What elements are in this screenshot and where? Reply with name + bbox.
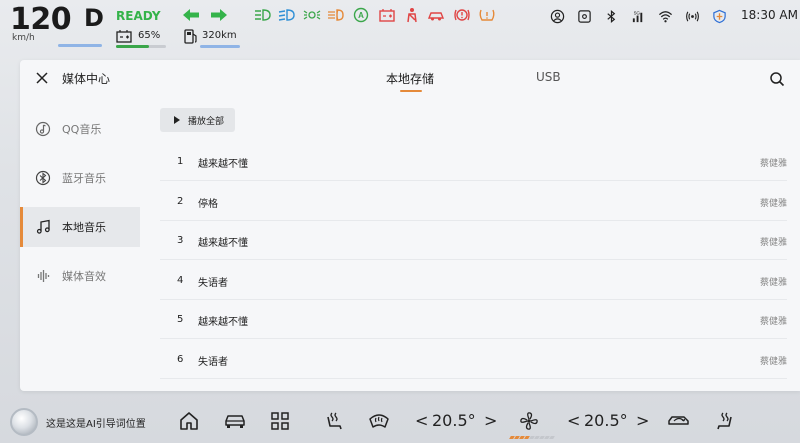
song-artist: 蔡健雅	[759, 278, 787, 288]
song-artist: 蔡健雅	[759, 317, 787, 327]
battery-level-bar	[116, 45, 149, 48]
svg-text:5G: 5G	[633, 10, 640, 15]
song-title: 失语者	[198, 278, 228, 289]
right-temp-decrease-button[interactable]: <	[567, 411, 580, 430]
apps-grid-icon[interactable]	[269, 411, 291, 431]
left-temperature: 20.5°	[432, 411, 476, 430]
seat-heat-right-icon[interactable]	[713, 411, 735, 431]
sound-wave-icon	[37, 270, 50, 282]
bluetooth-icon[interactable]	[603, 8, 619, 24]
song-number: 3	[177, 235, 184, 246]
assistant-hint-text[interactable]: 这是这是AI引导词位置	[46, 415, 146, 430]
song-row[interactable]: 1 越来越不懂 蔡健雅	[160, 142, 787, 181]
tab-local-storage[interactable]: 本地存储	[386, 70, 434, 87]
fuel-pump-icon	[184, 29, 197, 44]
song-row[interactable]: 4 失语者 蔡健雅	[160, 261, 787, 300]
active-tab-underline	[400, 90, 422, 92]
song-number: 4	[177, 275, 184, 286]
right-temp-increase-button[interactable]: >	[636, 411, 649, 430]
air-recirculation-icon[interactable]	[668, 411, 690, 431]
sidebar-item-label: 本地音乐	[62, 221, 106, 234]
seatbelt-icon	[402, 6, 422, 24]
media-center-panel: 媒体中心 本地存储 USB QQ音乐 蓝牙音乐 本地音乐 媒体音效 播放全部 1…	[20, 60, 800, 391]
voice-assistant-orb[interactable]	[10, 408, 38, 436]
headlight-icon	[253, 6, 273, 24]
tire-pressure-icon	[477, 6, 497, 24]
settings-icon[interactable]	[576, 8, 592, 24]
left-temp-increase-button[interactable]: >	[484, 411, 497, 430]
song-title: 越来越不懂	[198, 317, 248, 328]
play-all-button[interactable]: 播放全部	[160, 108, 235, 132]
left-turn-signal-icon	[183, 9, 199, 21]
song-number: 1	[177, 156, 184, 167]
song-title: 停格	[198, 199, 218, 210]
song-title: 越来越不懂	[198, 159, 248, 170]
song-number: 6	[177, 354, 184, 365]
parking-light-icon	[302, 6, 322, 24]
seat-heat-left-icon[interactable]	[324, 411, 346, 431]
close-icon[interactable]	[34, 70, 50, 86]
speed-indicator-bar	[58, 44, 102, 47]
brake-warning-icon	[452, 6, 472, 24]
range-indicator-bar	[200, 45, 240, 48]
tab-usb[interactable]: USB	[536, 70, 561, 84]
auto-hold-icon: A	[351, 6, 371, 24]
car-warning-icon	[426, 6, 446, 24]
shield-icon[interactable]	[711, 8, 727, 24]
song-artist: 蔡健雅	[759, 159, 787, 169]
song-title: 失语者	[198, 357, 228, 368]
range-value: 320km	[202, 30, 237, 41]
sidebar-item-label: 蓝牙音乐	[62, 172, 106, 185]
status-bar: 120 km/h D READY A 65% 320km 5G 18:30 AM	[0, 0, 800, 56]
right-temperature: 20.5°	[584, 411, 628, 430]
battery-warning-icon	[377, 6, 397, 24]
ready-indicator: READY	[116, 9, 161, 23]
battery-icon	[116, 30, 132, 43]
car-icon[interactable]	[224, 411, 246, 431]
sidebar-item-label: 媒体音效	[62, 270, 106, 283]
wifi-icon[interactable]	[657, 8, 673, 24]
song-row[interactable]: 2 停格 蔡健雅	[160, 182, 787, 221]
clock: 18:30 AM	[741, 8, 798, 22]
bottom-dock: 这是这是AI引导词位置 < 20.5° > < 20.5° >	[0, 400, 800, 443]
battery-level-track	[116, 45, 166, 48]
fan-icon[interactable]	[518, 411, 540, 431]
sidebar-item-qq-music[interactable]: QQ音乐	[20, 109, 140, 149]
play-all-label: 播放全部	[188, 116, 225, 127]
signal-icon: 5G	[630, 8, 646, 24]
song-artist: 蔡健雅	[759, 357, 787, 367]
song-title: 越来越不懂	[198, 238, 248, 249]
search-icon[interactable]	[769, 71, 785, 87]
battery-percent: 65%	[138, 30, 161, 41]
left-temp-decrease-button[interactable]: <	[415, 411, 428, 430]
defrost-icon[interactable]	[368, 411, 390, 431]
song-row[interactable]: 6 失语者 蔡健雅	[160, 340, 787, 379]
home-icon[interactable]	[178, 411, 200, 431]
panel-title: 媒体中心	[62, 72, 111, 86]
play-icon	[174, 116, 180, 124]
svg-text:A: A	[358, 11, 364, 20]
sidebar-item-label: QQ音乐	[62, 123, 102, 136]
song-artist: 蔡健雅	[759, 238, 787, 248]
gear-indicator: D	[84, 4, 104, 32]
sidebar-item-bluetooth-music[interactable]: 蓝牙音乐	[20, 158, 140, 198]
song-row[interactable]: 3 越来越不懂 蔡健雅	[160, 221, 787, 260]
song-number: 5	[177, 314, 184, 325]
music-note-icon	[36, 219, 50, 234]
user-icon[interactable]	[549, 8, 565, 24]
qq-music-icon	[35, 121, 51, 137]
low-beam-icon	[277, 6, 297, 24]
song-row[interactable]: 5 越来越不懂 蔡健雅	[160, 300, 787, 339]
song-number: 2	[177, 196, 184, 207]
song-artist: 蔡健雅	[759, 199, 787, 209]
sidebar-item-local-music[interactable]: 本地音乐	[20, 207, 140, 247]
right-turn-signal-icon	[211, 9, 227, 21]
hotspot-icon[interactable]	[684, 8, 700, 24]
bluetooth-icon	[35, 170, 51, 186]
speed-unit: km/h	[12, 33, 35, 43]
fog-light-icon	[326, 6, 346, 24]
speed-value: 120	[10, 2, 72, 37]
sidebar-item-media-sound[interactable]: 媒体音效	[20, 256, 140, 296]
